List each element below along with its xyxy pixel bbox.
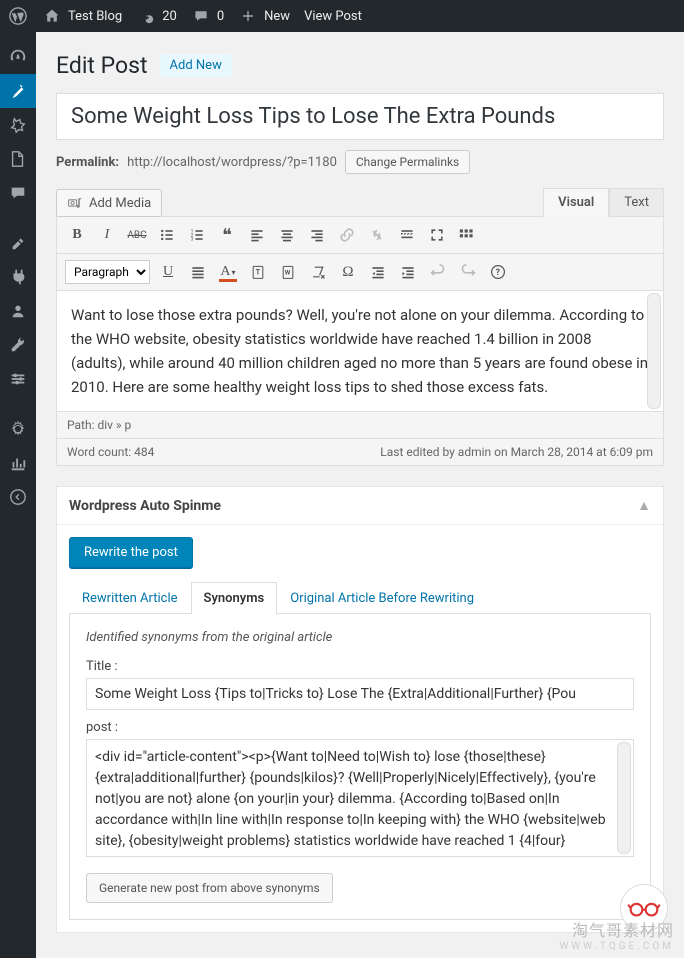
- tab-text[interactable]: Text: [609, 188, 664, 217]
- menu-users[interactable]: [0, 294, 36, 328]
- menu-pages[interactable]: [0, 142, 36, 176]
- underline-button[interactable]: U: [156, 260, 180, 284]
- bullet-list-button[interactable]: [155, 223, 179, 247]
- number-list-button[interactable]: 123: [185, 223, 209, 247]
- permalink-label: Permalink:: [56, 155, 119, 170]
- bold-button[interactable]: B: [65, 223, 89, 247]
- syn-post-label: post :: [86, 720, 634, 735]
- wordpress-icon: [8, 6, 28, 26]
- italic-button[interactable]: I: [95, 223, 119, 247]
- editor-toolbar-row2: Paragraph U A▾ T W Ω ?: [57, 254, 663, 291]
- add-media-label: Add Media: [89, 196, 151, 211]
- menu-plugins[interactable]: [0, 260, 36, 294]
- auto-spin-metabox: Wordpress Auto Spinme ▲ Rewrite the post…: [56, 486, 664, 933]
- camera-music-icon: [67, 195, 83, 211]
- syn-post-textarea[interactable]: <div id="article-content"><p>{Want to|Ne…: [86, 739, 634, 857]
- generate-post-button[interactable]: Generate new post from above synonyms: [86, 873, 333, 903]
- menu-settings[interactable]: [0, 362, 36, 396]
- updates[interactable]: 20: [136, 6, 177, 26]
- tab-visual[interactable]: Visual: [543, 188, 609, 217]
- redo-button[interactable]: [456, 260, 480, 284]
- page-title: Edit Post: [56, 52, 148, 79]
- main-content: Edit Post Add New Permalink: http://loca…: [36, 32, 684, 958]
- post-title-input[interactable]: [56, 93, 664, 140]
- home-icon: [42, 6, 62, 26]
- paste-word-button[interactable]: W: [276, 260, 300, 284]
- fullscreen-button[interactable]: [425, 223, 449, 247]
- view-post-link[interactable]: View Post: [304, 9, 362, 24]
- change-permalinks-button[interactable]: Change Permalinks: [345, 150, 470, 174]
- align-center-button[interactable]: [275, 223, 299, 247]
- editor-status-bar: Word count: 484 Last edited by admin on …: [57, 438, 663, 465]
- svg-text:3: 3: [191, 237, 194, 243]
- unlink-button[interactable]: [365, 223, 389, 247]
- menu-comments[interactable]: [0, 176, 36, 210]
- menu-analytics[interactable]: [0, 446, 36, 480]
- comment-count: 0: [217, 9, 224, 24]
- add-media-button[interactable]: Add Media: [56, 189, 162, 217]
- menu-collapse[interactable]: [0, 480, 36, 514]
- rich-text-editor: B I ABC 123 ❝ Paragraph U A▾ T: [56, 216, 664, 466]
- menu-appearance[interactable]: [0, 226, 36, 260]
- align-left-button[interactable]: [245, 223, 269, 247]
- editor-mode-tabs: Visual Text: [543, 188, 664, 217]
- clear-format-button[interactable]: [306, 260, 330, 284]
- indent-button[interactable]: [396, 260, 420, 284]
- update-count: 20: [162, 9, 177, 24]
- site-title: Test Blog: [68, 9, 122, 24]
- link-button[interactable]: [335, 223, 359, 247]
- spin-tabs: Rewritten Article Synonyms Original Arti…: [69, 582, 651, 614]
- special-char-button[interactable]: Ω: [336, 260, 360, 284]
- menu-custom-gear[interactable]: [0, 412, 36, 446]
- align-right-button[interactable]: [305, 223, 329, 247]
- plus-icon: [238, 6, 258, 26]
- add-new-button[interactable]: Add New: [160, 54, 232, 77]
- admin-sidebar: [0, 32, 36, 958]
- svg-text:T: T: [256, 267, 261, 276]
- site-name[interactable]: Test Blog: [42, 6, 122, 26]
- rewrite-post-button[interactable]: Rewrite the post: [69, 537, 193, 568]
- outdent-button[interactable]: [366, 260, 390, 284]
- svg-text:W: W: [285, 268, 291, 276]
- tab-rewritten-article[interactable]: Rewritten Article: [69, 582, 191, 614]
- permalink-row: Permalink: http://localhost/wordpress/?p…: [56, 140, 664, 188]
- metabox-title: Wordpress Auto Spinme: [69, 498, 221, 514]
- editor-content[interactable]: Want to lose those extra pounds? Well, y…: [57, 291, 663, 411]
- text-color-button[interactable]: A▾: [216, 260, 240, 284]
- paste-text-button[interactable]: T: [246, 260, 270, 284]
- undo-button[interactable]: [426, 260, 450, 284]
- update-icon: [136, 6, 156, 26]
- syn-title-input[interactable]: [86, 678, 634, 710]
- word-count: Word count: 484: [67, 445, 154, 459]
- comments[interactable]: 0: [191, 6, 224, 26]
- tab-synonyms[interactable]: Synonyms: [191, 582, 278, 614]
- svg-text:?: ?: [496, 268, 501, 278]
- toolbar-toggle-button[interactable]: [455, 223, 479, 247]
- synonyms-heading: Identified synonyms from the original ar…: [86, 630, 634, 645]
- admin-toolbar: Test Blog 20 0 New View Post: [0, 0, 684, 32]
- menu-dashboard[interactable]: [0, 40, 36, 74]
- help-button[interactable]: ?: [486, 260, 510, 284]
- new-label: New: [264, 9, 290, 24]
- menu-tools[interactable]: [0, 328, 36, 362]
- syn-title-label: Title :: [86, 659, 634, 674]
- collapse-icon[interactable]: ▲: [637, 497, 651, 514]
- tab-original-article[interactable]: Original Article Before Rewriting: [277, 582, 487, 614]
- last-edited: Last edited by admin on March 28, 2014 a…: [380, 445, 653, 459]
- permalink-url: http://localhost/wordpress/?p=1180: [127, 155, 337, 170]
- wp-logo[interactable]: [8, 6, 28, 26]
- metabox-header[interactable]: Wordpress Auto Spinme ▲: [57, 487, 663, 525]
- editor-toolbar-row1: B I ABC 123 ❝: [57, 217, 663, 254]
- menu-media[interactable]: [0, 108, 36, 142]
- more-button[interactable]: [395, 223, 419, 247]
- format-select[interactable]: Paragraph: [65, 260, 150, 284]
- new-content[interactable]: New: [238, 6, 290, 26]
- comment-icon: [191, 6, 211, 26]
- menu-posts[interactable]: [0, 74, 36, 108]
- blockquote-button[interactable]: ❝: [215, 223, 239, 247]
- strike-button[interactable]: ABC: [125, 223, 149, 247]
- align-justify-button[interactable]: [186, 260, 210, 284]
- editor-path: Path: div » p: [57, 411, 663, 438]
- synonyms-panel: Identified synonyms from the original ar…: [69, 614, 651, 920]
